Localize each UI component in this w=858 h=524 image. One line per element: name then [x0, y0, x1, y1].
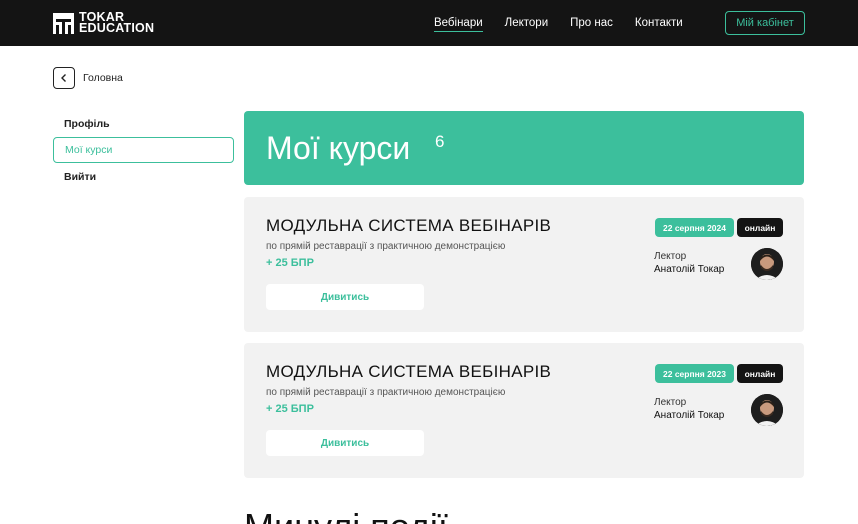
tokar-logo-icon — [53, 12, 74, 34]
course-bpr: + 25 БПР — [266, 403, 314, 415]
logo-text: TOKAR EDUCATION — [79, 11, 155, 35]
course-subtitle: по прямій реставрації з практичною демон… — [266, 241, 506, 252]
course-subtitle: по прямій реставрації з практичною демон… — [266, 387, 506, 398]
person-photo-icon — [751, 248, 783, 280]
lector-label: Лектор — [654, 397, 687, 408]
page-title: Мої курси — [266, 130, 411, 166]
course-bpr: + 25 БПР — [266, 257, 314, 269]
course-card: МОДУЛЬНА СИСТЕМА ВЕБІНАРІВ по прямій рес… — [244, 343, 804, 478]
watch-button[interactable]: Дивитись — [266, 284, 424, 310]
main-nav: Вебінари Лектори Про нас Контакти — [434, 15, 705, 32]
course-card: МОДУЛЬНА СИСТЕМА ВЕБІНАРІВ по прямій рес… — [244, 197, 804, 332]
back-button[interactable] — [53, 67, 75, 89]
course-title: МОДУЛЬНА СИСТЕМА ВЕБІНАРІВ — [266, 362, 552, 381]
lector-name[interactable]: Анатолій Токар — [654, 410, 724, 421]
course-title: МОДУЛЬНА СИСТЕМА ВЕБІНАРІВ — [266, 216, 552, 235]
nav-webinars[interactable]: Вебінари — [434, 15, 483, 32]
sidebar-item-logout[interactable]: Вийти — [53, 164, 234, 190]
format-badge: онлайн — [737, 218, 783, 237]
watch-button[interactable]: Дивитись — [266, 430, 424, 456]
format-badge: онлайн — [737, 364, 783, 383]
top-header: TOKAR EDUCATION Вебінари Лектори Про нас… — [0, 0, 858, 46]
nav-about[interactable]: Про нас — [570, 15, 613, 32]
lector-name[interactable]: Анатолій Токар — [654, 264, 724, 275]
breadcrumb-home[interactable]: Головна — [83, 72, 123, 84]
lector-label: Лектор — [654, 251, 687, 262]
date-badge: 22 серпня 2024 — [655, 218, 734, 237]
person-photo-icon — [751, 394, 783, 426]
lector-avatar — [751, 248, 783, 280]
chevron-left-icon — [61, 74, 66, 82]
courses-count: 6 — [435, 132, 445, 151]
past-events-heading: Минулі події — [244, 506, 448, 524]
sidebar-item-profile[interactable]: Профіль — [53, 111, 234, 137]
logo-line-2: EDUCATION — [79, 21, 155, 35]
nav-lectors[interactable]: Лектори — [505, 15, 548, 32]
page-title-banner: Мої курси 6 — [244, 111, 804, 185]
sidebar-item-my-courses[interactable]: Мої курси — [53, 137, 234, 163]
date-badge: 22 серпня 2023 — [655, 364, 734, 383]
lector-avatar — [751, 394, 783, 426]
nav-contacts[interactable]: Контакти — [635, 15, 683, 32]
my-cabinet-button[interactable]: Мій кабінет — [725, 11, 805, 35]
logo[interactable]: TOKAR EDUCATION — [53, 11, 155, 35]
